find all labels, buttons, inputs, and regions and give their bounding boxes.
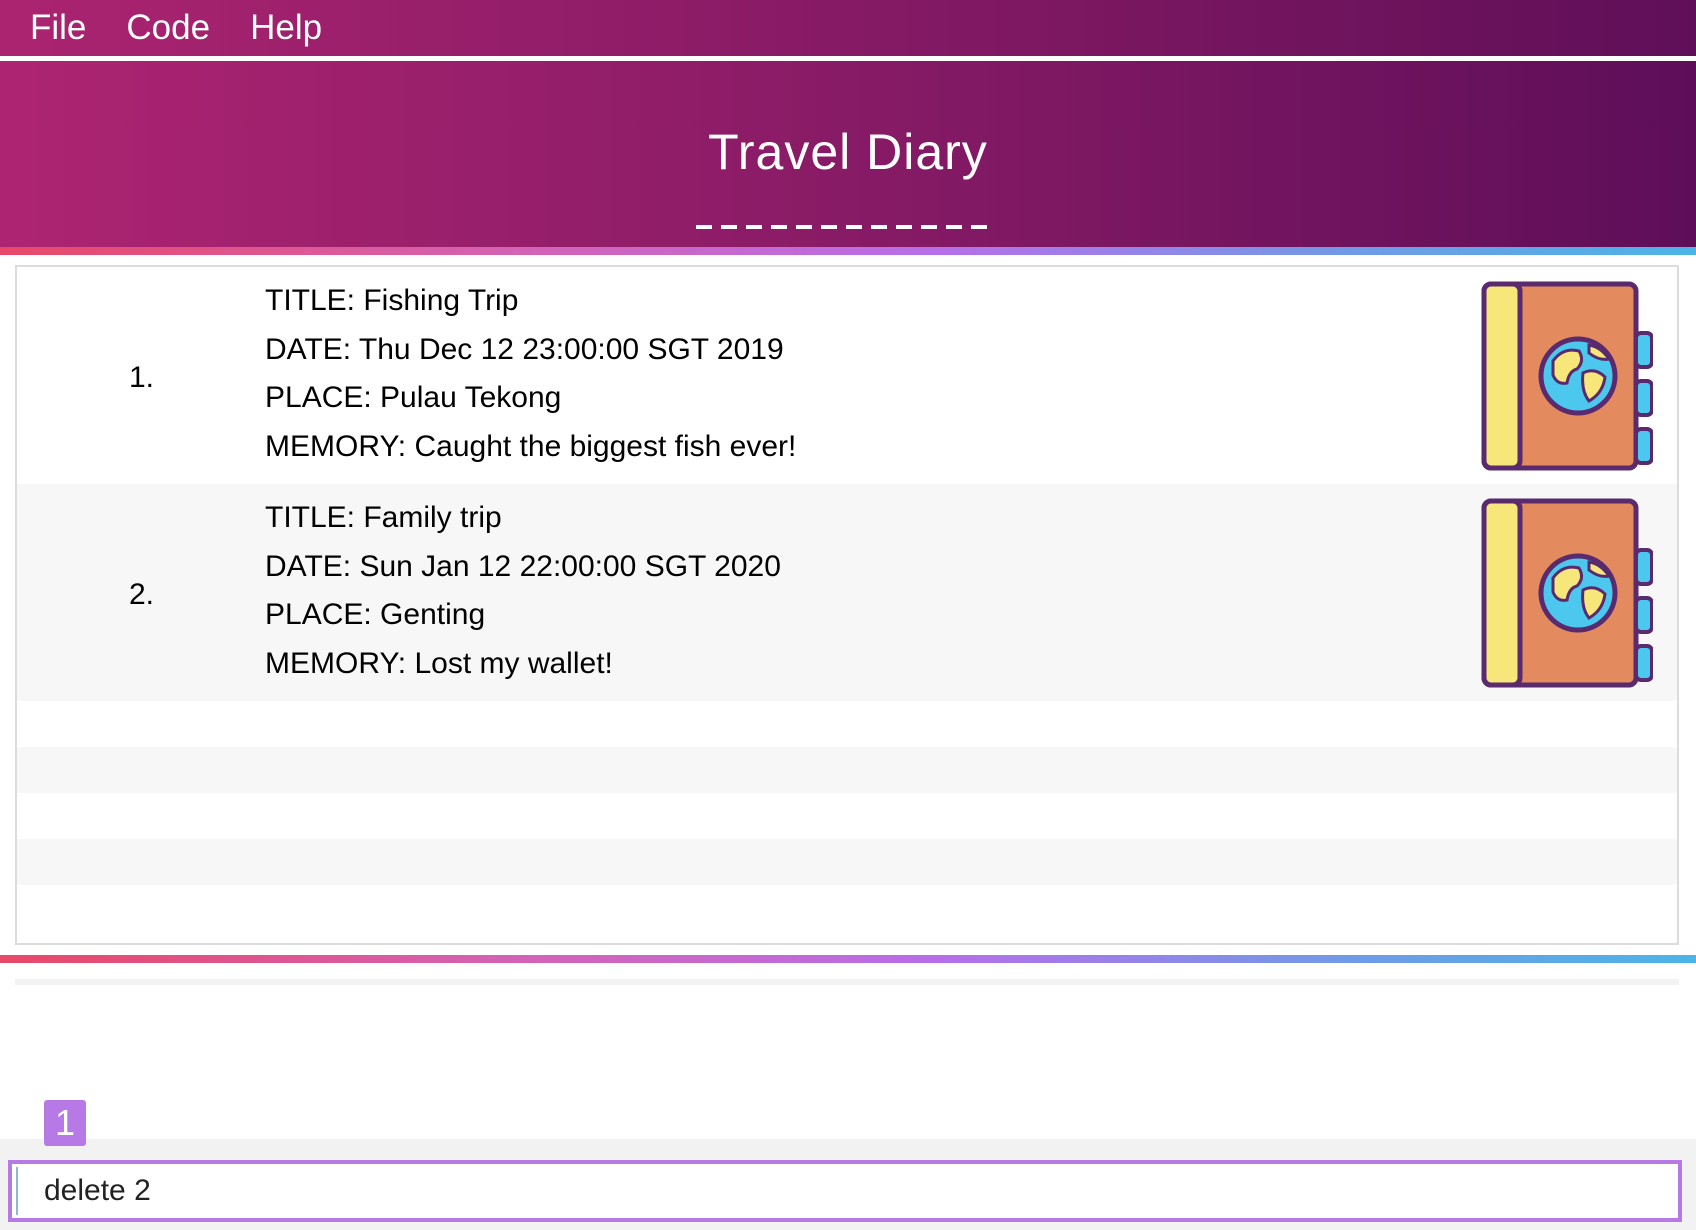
entry-date: DATE: Sun Jan 12 22:00:00 SGT 2020 <box>265 550 781 583</box>
entry-date: DATE: Thu Dec 12 23:00:00 SGT 2019 <box>265 333 784 366</box>
travel-diary-globe-icon <box>1481 498 1653 688</box>
entry-memory: MEMORY: Lost my wallet! <box>265 647 613 680</box>
notification-badge: 1 <box>44 1100 86 1146</box>
command-input[interactable] <box>16 1167 1674 1215</box>
menu-file[interactable]: File <box>30 0 86 56</box>
empty-list-row <box>17 701 1677 747</box>
empty-list-row <box>17 747 1677 793</box>
entry-memory: MEMORY: Caught the biggest fish ever! <box>265 430 797 463</box>
app-header: Travel Diary ------------- <box>0 61 1696 247</box>
entry-title: TITLE: Family trip <box>265 501 502 534</box>
list-item[interactable]: 2. TITLE: Family trip DATE: Sun Jan 12 2… <box>17 484 1677 701</box>
list-item[interactable]: 1. TITLE: Fishing Trip DATE: Thu Dec 12 … <box>17 267 1677 484</box>
menu-help[interactable]: Help <box>250 0 322 56</box>
app-title: Travel Diary <box>708 124 988 180</box>
result-display <box>15 979 1679 1139</box>
menu-code[interactable]: Code <box>126 0 210 56</box>
entry-index: 1. <box>129 361 155 394</box>
rainbow-divider-bottom <box>0 955 1696 963</box>
rainbow-divider-top <box>0 247 1696 255</box>
title-underline: ------------- <box>696 225 996 229</box>
empty-list-row <box>17 839 1677 885</box>
entry-index: 2. <box>129 578 155 611</box>
entry-place: PLACE: Pulau Tekong <box>265 381 562 414</box>
travel-diary-globe-icon <box>1481 281 1653 471</box>
menu-bar: File Code Help <box>0 0 1696 56</box>
empty-list-row <box>17 885 1677 931</box>
diary-entry-list[interactable]: 1. TITLE: Fishing Trip DATE: Thu Dec 12 … <box>15 265 1679 945</box>
empty-list-row <box>17 793 1677 839</box>
entry-title: TITLE: Fishing Trip <box>265 284 519 317</box>
entry-place: PLACE: Genting <box>265 598 486 631</box>
command-box <box>8 1160 1682 1222</box>
